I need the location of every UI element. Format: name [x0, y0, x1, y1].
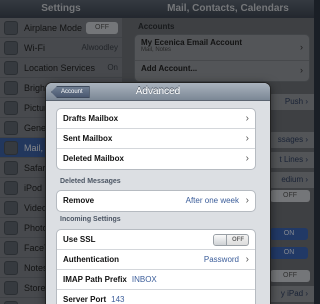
- remove-label: Remove: [63, 196, 95, 205]
- use-ssl-toggle[interactable]: OFF: [213, 234, 249, 246]
- chevron-right-icon: ›: [245, 113, 249, 124]
- server-port-label: Server Port: [63, 295, 107, 304]
- incoming-settings-group: Use SSL OFF Authentication Password › IM…: [56, 229, 256, 304]
- authentication-row[interactable]: Authentication Password ›: [57, 250, 255, 270]
- chevron-right-icon: ›: [245, 195, 249, 206]
- authentication-label: Authentication: [63, 255, 119, 264]
- modal-body: Drafts Mailbox › Sent Mailbox › Deleted …: [46, 101, 270, 304]
- sent-mailbox-row[interactable]: Sent Mailbox ›: [57, 129, 255, 149]
- modal-nav-bar: Account Advanced: [46, 83, 270, 101]
- drafts-mailbox-label: Drafts Mailbox: [63, 114, 119, 123]
- use-ssl-label: Use SSL: [63, 235, 96, 244]
- chevron-right-icon: ›: [245, 133, 249, 144]
- incoming-settings-header: Incoming Settings: [60, 216, 121, 223]
- deleted-messages-group: Remove After one week ›: [56, 190, 256, 212]
- deleted-mailbox-row[interactable]: Deleted Mailbox ›: [57, 149, 255, 169]
- deleted-mailbox-label: Deleted Mailbox: [63, 154, 124, 163]
- drafts-mailbox-row[interactable]: Drafts Mailbox ›: [57, 109, 255, 129]
- advanced-modal: Account Advanced Drafts Mailbox › Sent M…: [46, 83, 270, 304]
- use-ssl-row: Use SSL OFF: [57, 230, 255, 250]
- remove-value: After one week: [185, 196, 239, 205]
- imap-path-prefix-field[interactable]: INBOX: [132, 275, 157, 284]
- sent-mailbox-label: Sent Mailbox: [63, 134, 113, 143]
- toggle-state-label: OFF: [232, 237, 244, 243]
- back-button[interactable]: Account: [51, 86, 90, 98]
- chevron-right-icon: ›: [245, 153, 249, 164]
- chevron-right-icon: ›: [245, 254, 249, 265]
- authentication-value: Password: [203, 255, 239, 264]
- server-port-row[interactable]: Server Port 143: [57, 290, 255, 304]
- imap-path-prefix-row[interactable]: IMAP Path Prefix INBOX: [57, 270, 255, 290]
- remove-row[interactable]: Remove After one week ›: [57, 191, 255, 211]
- server-port-field[interactable]: 143: [111, 295, 124, 304]
- deleted-messages-header: Deleted Messages: [60, 178, 121, 185]
- imap-path-prefix-label: IMAP Path Prefix: [63, 275, 127, 284]
- toggle-knob: [214, 235, 227, 245]
- mailbox-group: Drafts Mailbox › Sent Mailbox › Deleted …: [56, 108, 256, 170]
